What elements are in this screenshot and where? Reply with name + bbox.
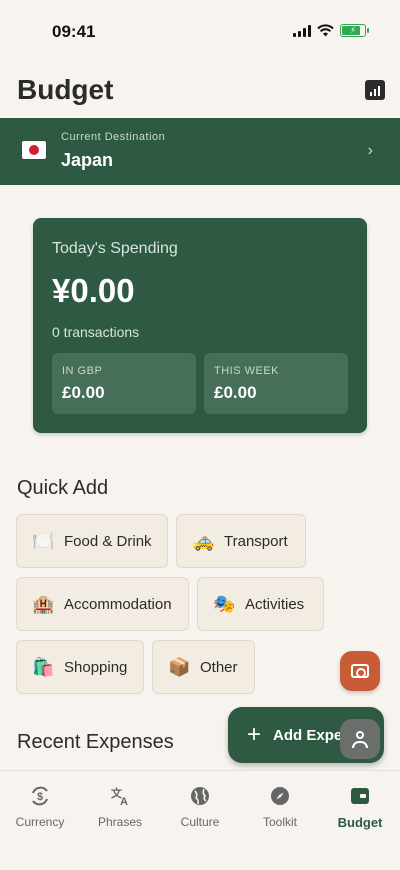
taxi-icon: 🚕 (192, 530, 215, 551)
camera-icon (351, 664, 369, 678)
globe-icon (189, 785, 211, 807)
svg-text:A: A (120, 796, 128, 807)
spending-card: Today's Spending ¥0.00 0 transactions IN… (33, 218, 367, 433)
quick-add-accommodation[interactable]: 🏨 Accommodation (16, 577, 189, 631)
chevron-right-icon: › (367, 142, 373, 159)
quick-add-food-drink[interactable]: 🍽️ Food & Drink (16, 514, 168, 568)
chip-label: Transport (224, 532, 288, 550)
quick-add-other[interactable]: 📦 Other (152, 640, 255, 694)
wallet-icon (351, 788, 369, 804)
food-icon: 🍽️ (32, 530, 55, 551)
compass-icon (269, 785, 291, 807)
nav-label: Phrases (97, 815, 143, 829)
japan-flag-icon (22, 141, 46, 159)
nav-label: Culture (180, 815, 220, 829)
package-icon: 📦 (168, 656, 191, 677)
nav-currency[interactable]: $ Currency (0, 785, 80, 829)
person-icon (356, 730, 364, 739)
nav-phrases[interactable]: 文 A Phrases (80, 785, 160, 829)
chip-label: Food & Drink (64, 532, 152, 550)
gbp-summary: IN GBP £0.00 (52, 353, 196, 414)
gbp-value: £0.00 (62, 383, 105, 402)
quick-add-shopping[interactable]: 🛍️ Shopping (16, 640, 144, 694)
nav-culture[interactable]: Culture (160, 785, 240, 829)
chip-label: Activities (245, 595, 305, 613)
bottom-navigation: $ Currency 文 A Phrases Culture Toolkit B… (0, 770, 400, 870)
nav-toolkit[interactable]: Toolkit (240, 785, 320, 829)
hotel-icon: 🏨 (32, 593, 55, 614)
page-title: Budget (17, 74, 114, 105)
status-icons: ⚡ (293, 24, 369, 37)
nav-label: Currency (15, 815, 65, 829)
quick-add-activities[interactable]: 🎭 Activities (197, 577, 324, 631)
quick-add-transport[interactable]: 🚕 Transport (176, 514, 306, 568)
week-summary: THIS WEEK £0.00 (204, 353, 348, 414)
chip-label: Shopping (64, 658, 128, 676)
status-time: 09:41 (52, 22, 96, 41)
profile-button[interactable] (340, 719, 380, 759)
nav-label: Toolkit (262, 815, 297, 829)
currency-exchange-icon: $ (29, 785, 51, 807)
nav-label: Budget (337, 815, 383, 830)
status-bar: 09:41 ⚡ (0, 0, 400, 64)
plus-icon: + (247, 721, 262, 748)
recent-expenses-title: Recent Expenses (17, 731, 174, 753)
signal-icon (293, 24, 311, 37)
translate-icon: 文 A (109, 785, 131, 807)
svg-text:$: $ (37, 791, 43, 803)
add-expense-label: Add Expense (273, 726, 345, 744)
stats-chart-icon[interactable] (365, 80, 385, 100)
wifi-icon (317, 24, 334, 37)
week-value: £0.00 (214, 383, 257, 402)
battery-icon: ⚡ (340, 24, 369, 37)
scan-receipt-button[interactable] (340, 651, 380, 691)
quick-add-title: Quick Add (17, 477, 109, 499)
destination-name: Japan (61, 150, 114, 170)
chip-label: Other (200, 658, 238, 676)
transaction-count: 0 transactions (52, 324, 140, 340)
week-label: THIS WEEK (214, 365, 280, 377)
spending-amount: ¥0.00 (52, 272, 135, 309)
nav-budget[interactable]: Budget (320, 785, 400, 830)
destination-label: Current Destination (61, 131, 166, 143)
shopping-bags-icon: 🛍️ (32, 656, 55, 677)
gbp-label: IN GBP (62, 365, 103, 377)
theater-masks-icon: 🎭 (213, 593, 236, 614)
destination-selector[interactable] (0, 118, 400, 185)
spending-title: Today's Spending (52, 240, 178, 257)
chip-label: Accommodation (64, 595, 172, 613)
